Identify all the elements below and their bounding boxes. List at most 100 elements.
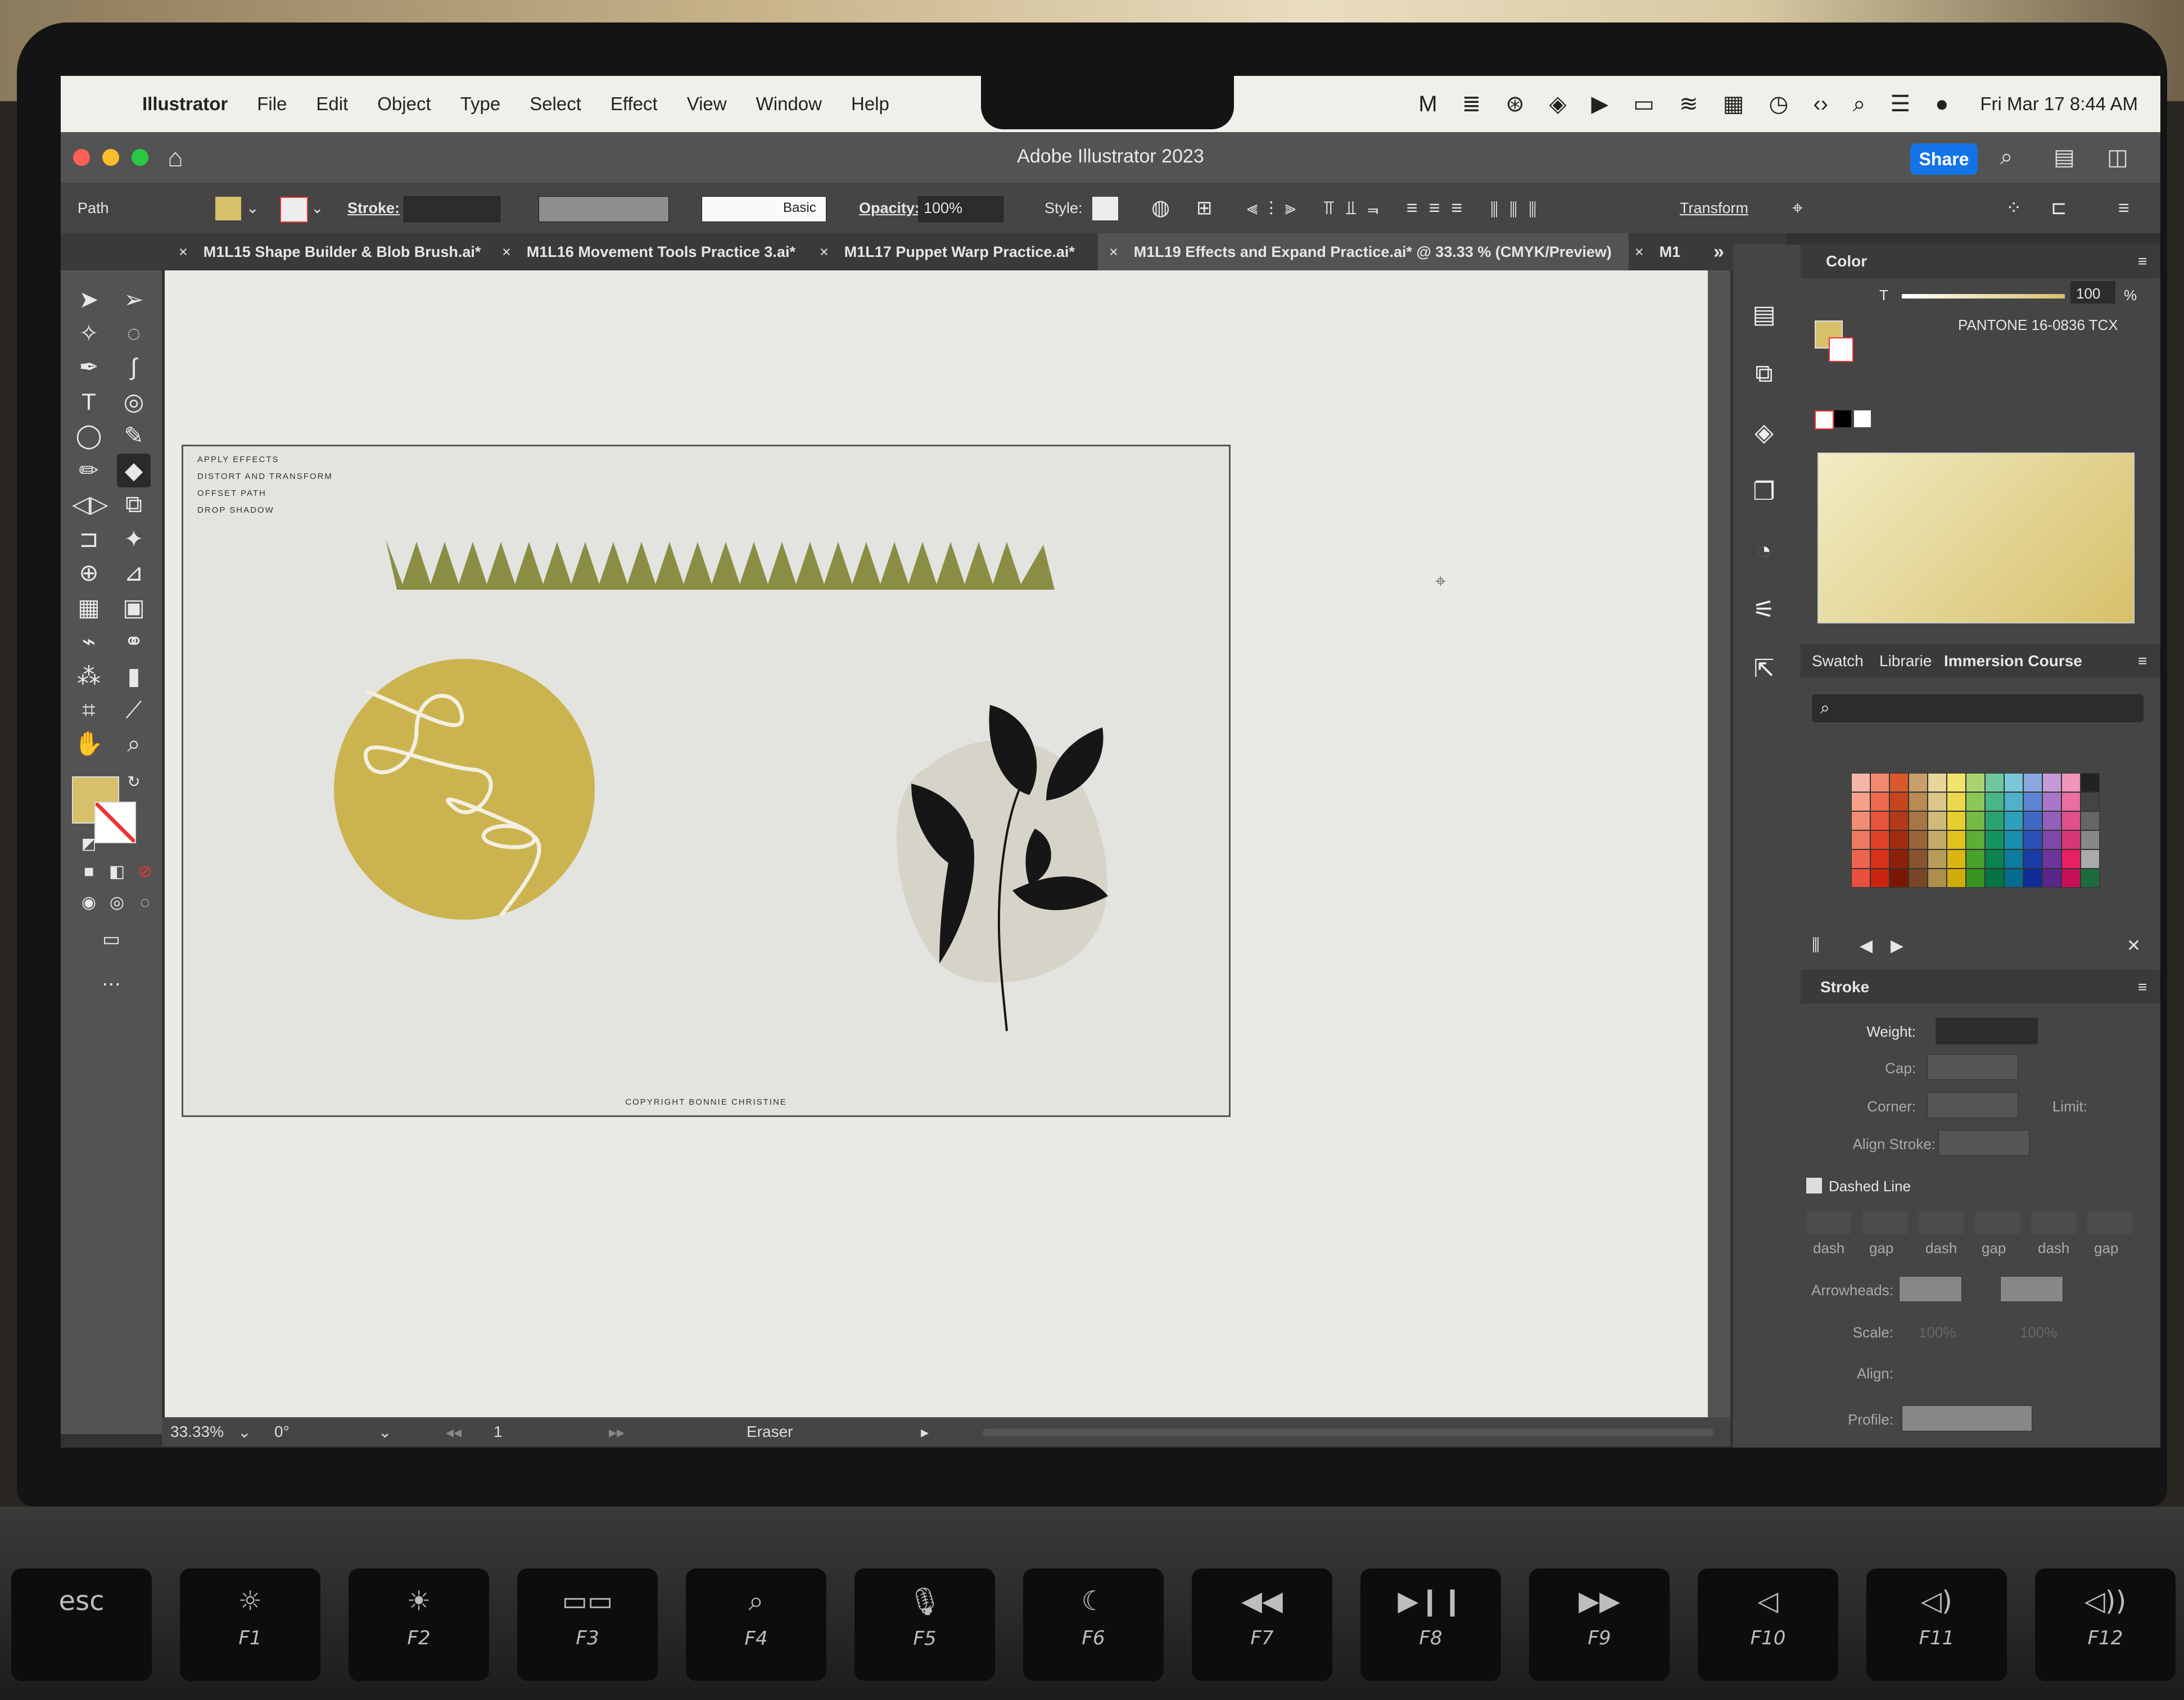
- tab-immersion-course[interactable]: Immersion Course: [1944, 652, 2082, 670]
- share-button[interactable]: Share: [1910, 143, 1978, 175]
- swatch-cell[interactable]: [1870, 811, 1889, 830]
- tab-shape-builder[interactable]: × M1L15 Shape Builder & Blob Brush.ai*: [168, 233, 481, 270]
- swatch-cell[interactable]: [1889, 849, 1909, 869]
- swatch-cell[interactable]: [1851, 773, 1870, 792]
- swatch-cell[interactable]: [2061, 869, 2081, 888]
- swatches-menu-icon[interactable]: ≡: [2138, 652, 2147, 670]
- swatch-search-input[interactable]: ⌕: [1812, 694, 2144, 722]
- width-tool-icon[interactable]: ⊐: [72, 522, 106, 556]
- selection-tool-icon[interactable]: ➤: [72, 283, 106, 317]
- weight-field[interactable]: [1936, 1018, 2038, 1045]
- tint-slider[interactable]: [1902, 294, 2065, 299]
- menu-select[interactable]: Select: [530, 93, 581, 115]
- more-tabs-icon[interactable]: »: [1713, 233, 1724, 270]
- end-arrowhead-select[interactable]: [2000, 1276, 2063, 1302]
- swatch-cell[interactable]: [2004, 849, 2023, 869]
- mesh-tool-icon[interactable]: ▦: [72, 591, 106, 625]
- stack-icon[interactable]: ≣: [1462, 91, 1481, 117]
- swatch-cell[interactable]: [2042, 811, 2061, 830]
- stroke-panel-menu-icon[interactable]: ≡: [2138, 978, 2147, 996]
- swatch-cell[interactable]: [1889, 811, 1909, 830]
- swatch-cell[interactable]: [1966, 811, 1985, 830]
- swatch-cell[interactable]: [1966, 773, 1985, 792]
- swatch-cell[interactable]: [2042, 773, 2061, 792]
- transform-link[interactable]: Transform: [1680, 183, 1748, 233]
- shape-builder-icon[interactable]: ⊕: [72, 556, 106, 590]
- start-scale-value[interactable]: 100%: [1919, 1324, 1956, 1341]
- menu-clock[interactable]: Fri Mar 17 8:44 AM: [1980, 93, 2138, 115]
- creative-cloud-icon[interactable]: ⊛: [1505, 91, 1525, 117]
- swatch-cell[interactable]: [2004, 869, 2023, 888]
- swatch-cell[interactable]: [2061, 830, 2081, 849]
- status-menu-icon[interactable]: ▸: [921, 1423, 929, 1441]
- swatch-cell[interactable]: [1985, 811, 2004, 830]
- swatch-cell[interactable]: [1928, 773, 1947, 792]
- swatch-cell[interactable]: [2081, 773, 2100, 792]
- layers-panel-icon[interactable]: ◈: [1744, 413, 1784, 453]
- stroke-dropdown-icon[interactable]: ⌄: [311, 183, 324, 233]
- dash-gap-field[interactable]: [1919, 1211, 1964, 1234]
- align-stroke-buttons[interactable]: [1938, 1130, 2029, 1156]
- properties-panel-icon[interactable]: ▤: [1744, 295, 1784, 334]
- stroke-label[interactable]: Stroke:: [347, 183, 400, 233]
- swatch-cell[interactable]: [1985, 869, 2004, 888]
- snap-icon[interactable]: ⁘: [2006, 183, 2022, 233]
- vertical-scrollbar[interactable]: [1708, 270, 1730, 1417]
- swatch-cell[interactable]: [1947, 773, 1966, 792]
- menu-type[interactable]: Type: [460, 93, 501, 115]
- app-menu[interactable]: Illustrator: [142, 93, 228, 115]
- close-tab-icon[interactable]: ×: [1109, 243, 1118, 260]
- spotlight-icon[interactable]: ⌕: [1853, 92, 1865, 117]
- function-key[interactable]: ☼ F1: [180, 1568, 320, 1681]
- malwarebytes-icon[interactable]: M: [1418, 92, 1437, 117]
- zoom-dropdown-icon[interactable]: ⌄: [238, 1423, 251, 1441]
- delete-swatch-icon[interactable]: ✕: [2127, 936, 2141, 956]
- swatch-cell[interactable]: [1928, 869, 1947, 888]
- reflect-tool-icon[interactable]: ◁▷: [72, 487, 108, 521]
- shaper-tool-icon[interactable]: ✎: [117, 419, 151, 453]
- swatch-cell[interactable]: [1870, 869, 1889, 888]
- swatch-grid[interactable]: [1851, 773, 2100, 888]
- screen-mode-icon[interactable]: ▭: [94, 923, 128, 956]
- tab-m1[interactable]: × M1: [1624, 233, 1680, 270]
- tab-puppet-warp[interactable]: × M1L17 Puppet Warp Practice.ai*: [808, 233, 1075, 270]
- rotation-value[interactable]: 0°: [274, 1423, 290, 1441]
- pen-tool-icon[interactable]: ✒: [72, 350, 106, 384]
- swatch-cell[interactable]: [1947, 811, 1966, 830]
- align-to-icon[interactable]: ⊞: [1196, 183, 1213, 233]
- eyedropper-icon[interactable]: ⌁: [72, 625, 106, 658]
- library-menu-icon[interactable]: ⫼: [1812, 936, 1820, 955]
- dash-gap-field[interactable]: [1806, 1211, 1851, 1234]
- tab-swatches[interactable]: Swatch: [1812, 652, 1864, 670]
- swatch-cell[interactable]: [1870, 830, 1889, 849]
- swatch-cell[interactable]: [1870, 792, 1889, 811]
- swatch-cell[interactable]: [1985, 830, 2004, 849]
- swatch-cell[interactable]: [2061, 811, 2081, 830]
- fill-dropdown-icon[interactable]: ⌄: [246, 183, 259, 233]
- menu-edit[interactable]: Edit: [316, 93, 348, 115]
- function-key[interactable]: ☾ F6: [1023, 1568, 1164, 1681]
- eraser-tool-icon[interactable]: ◆: [117, 454, 151, 487]
- close-tab-icon[interactable]: ×: [820, 243, 829, 260]
- align-buttons[interactable]: ⫷⫶⫸ ⫪⫫⫬ ≡≡≡ ⦀⦀⦀: [1247, 183, 1548, 233]
- vpn-icon[interactable]: ◈: [1549, 91, 1567, 117]
- lasso-icon[interactable]: ◌: [117, 317, 151, 350]
- arrange-documents-icon[interactable]: ▤: [2054, 144, 2075, 170]
- adjust-panel-icon[interactable]: ⚟: [1744, 590, 1784, 630]
- function-key[interactable]: ☀ F2: [349, 1568, 489, 1681]
- swatch-cell[interactable]: [2061, 849, 2081, 869]
- slice-tool-icon[interactable]: ⟋: [117, 693, 151, 727]
- graphic-style-swatch[interactable]: [1092, 197, 1118, 220]
- perspective-grid-icon[interactable]: ⊿: [117, 556, 151, 590]
- swatch-cell[interactable]: [1889, 869, 1909, 888]
- zoom-level[interactable]: 33.33%: [170, 1423, 224, 1441]
- function-key[interactable]: ⌕ F4: [686, 1568, 826, 1681]
- swatch-cell[interactable]: [1909, 792, 1928, 811]
- swatch-cell[interactable]: [1870, 849, 1889, 869]
- variable-width-field[interactable]: [539, 196, 669, 222]
- zigzag-shape[interactable]: [386, 533, 1060, 595]
- swatch-cell[interactable]: [2004, 811, 2023, 830]
- swatch-cell[interactable]: [1851, 811, 1870, 830]
- menu-window[interactable]: Window: [756, 93, 822, 115]
- start-arrowhead-select[interactable]: [1899, 1276, 1962, 1302]
